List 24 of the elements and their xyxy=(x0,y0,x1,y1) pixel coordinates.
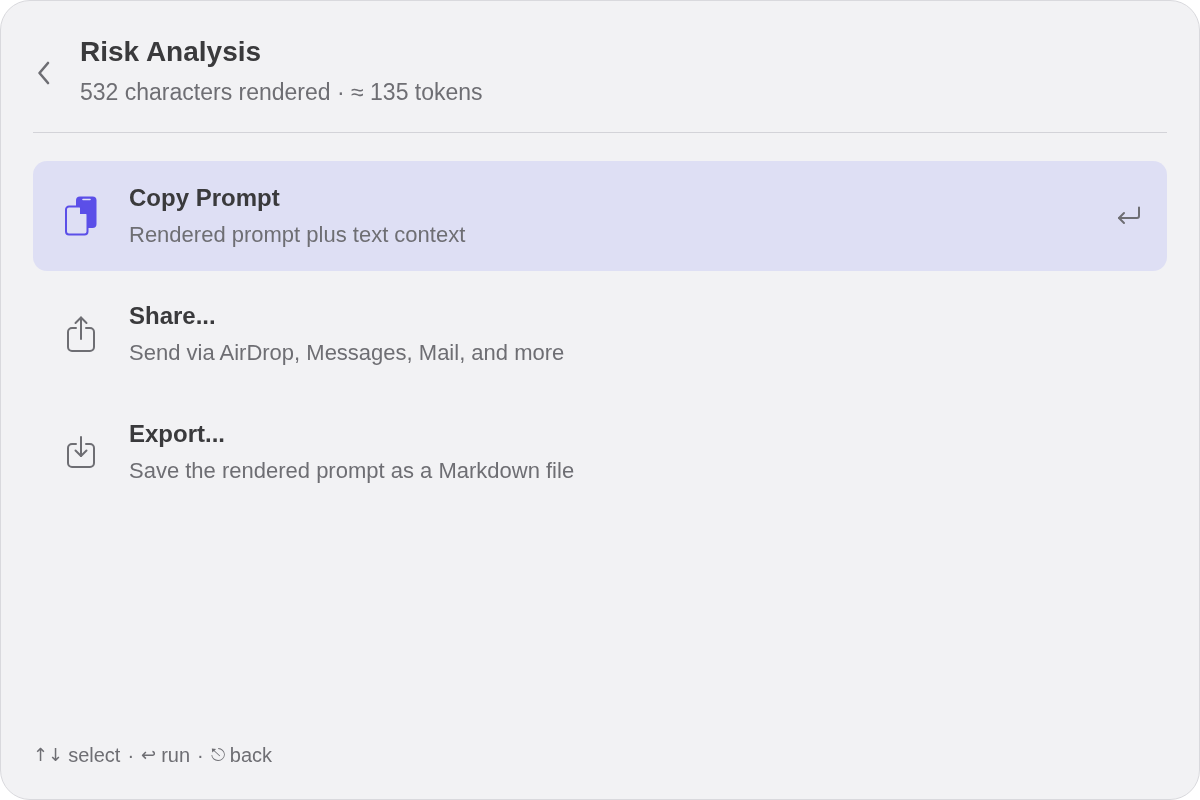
hint-label: back xyxy=(229,743,272,767)
hint-label: select xyxy=(68,743,121,767)
action-title: Copy Prompt xyxy=(129,183,281,213)
action-item[interactable]: Share... Send via AirDrop, Messages, Mail, and more xyxy=(33,279,1167,389)
chevron-left-icon xyxy=(37,61,51,85)
key-symbol: ↑↓ xyxy=(33,743,64,767)
page-title: Risk Analysis xyxy=(80,35,263,69)
action-item[interactable]: Export... Save the rendered prompt as a Markdown file xyxy=(33,397,1167,507)
action-item[interactable]: Copy Prompt Rendered prompt plus text context xyxy=(33,161,1167,271)
download-icon xyxy=(67,436,95,468)
documents-icon xyxy=(65,196,97,236)
action-description: Rendered prompt plus text context xyxy=(129,221,467,249)
separator-dot: · xyxy=(197,743,204,767)
separator-dot: · xyxy=(127,743,135,767)
action-description: Send via AirDrop, Messages, Mail, and more xyxy=(129,339,566,367)
action-description: Save the rendered prompt as a Markdown file xyxy=(129,457,576,485)
hint-label: run xyxy=(161,743,191,767)
action-title: Share... xyxy=(129,301,217,331)
key-symbol: ⎋ xyxy=(210,743,225,767)
return-icon xyxy=(1117,206,1141,226)
share-icon xyxy=(67,316,95,352)
key-symbol: ↩ xyxy=(141,743,157,767)
page-subtitle: 532 characters rendered · ≈ 135 tokens xyxy=(80,78,483,107)
action-title: Export... xyxy=(129,419,226,449)
